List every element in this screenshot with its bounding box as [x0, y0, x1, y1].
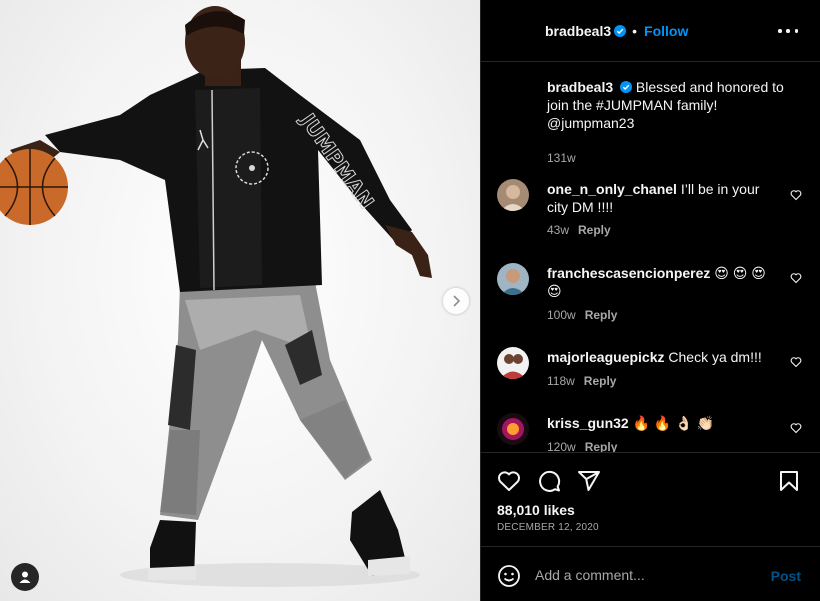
heart-icon[interactable]	[790, 356, 802, 368]
post-comment-button[interactable]: Post	[771, 568, 801, 584]
header-separator: •	[632, 22, 638, 39]
more-options-button[interactable]	[778, 22, 798, 40]
follow-button[interactable]: Follow	[644, 23, 688, 39]
comment-text: 🔥 🔥 👌🏻 👏🏻	[632, 415, 715, 431]
caption-timestamp[interactable]: 131w	[547, 149, 797, 167]
comment-time[interactable]: 120w	[547, 440, 576, 452]
comment-text: Check ya dm!!!	[668, 349, 762, 365]
reply-button[interactable]: Reply	[585, 440, 618, 452]
post-author-username[interactable]: bradbeal3	[545, 23, 611, 39]
post-side-panel: bradbeal3 • Follow bradbeal3 Blessed and…	[480, 0, 820, 601]
avatar[interactable]	[497, 347, 529, 379]
comment-body: kriss_gun32 🔥 🔥 👌🏻 👏🏻	[547, 414, 777, 432]
heart-icon[interactable]	[790, 422, 802, 434]
avatar-image	[497, 413, 529, 445]
post-caption: bradbeal3 Blessed and honored to join th…	[547, 78, 797, 167]
comment-body: one_n_only_chanel I’ll be in your city D…	[547, 180, 777, 216]
post-date[interactable]: DECEMBER 12, 2020	[497, 522, 599, 533]
post-media[interactable]: JUMPMAN	[0, 0, 480, 601]
post-header: bradbeal3 • Follow	[481, 0, 820, 62]
more-options-icon	[778, 29, 782, 33]
caption-username[interactable]: bradbeal3	[547, 79, 613, 95]
more-options-dot	[786, 29, 790, 33]
comment-username[interactable]: one_n_only_chanel	[547, 181, 677, 197]
comment-body: majorleaguepickz Check ya dm!!!	[547, 348, 777, 366]
user-tag-button[interactable]	[11, 563, 39, 591]
post-actions: 88,010 likes DECEMBER 12, 2020	[481, 452, 820, 546]
comment-time[interactable]: 118w	[547, 374, 575, 388]
comment-input[interactable]	[535, 565, 755, 585]
reply-button[interactable]: Reply	[585, 308, 618, 322]
comments-list[interactable]: bradbeal3 Blessed and honored to join th…	[481, 63, 820, 452]
reply-button[interactable]: Reply	[584, 374, 617, 388]
next-image-button[interactable]	[443, 288, 469, 314]
user-tag-icon	[19, 571, 31, 583]
avatar-image	[497, 347, 529, 379]
reply-button[interactable]: Reply	[578, 223, 611, 237]
comment-username[interactable]: franchescasencionperez	[547, 265, 710, 281]
more-options-dot	[794, 29, 798, 33]
comment-meta: 118w Reply	[547, 374, 616, 388]
avatar[interactable]	[497, 413, 529, 445]
save-icon[interactable]	[777, 469, 801, 493]
avatar-image	[497, 179, 529, 211]
comment-time[interactable]: 43w	[547, 223, 569, 237]
heart-icon[interactable]	[497, 469, 521, 493]
comment-username[interactable]: majorleaguepickz	[547, 349, 665, 365]
comment-meta: 100w Reply	[547, 308, 617, 322]
heart-icon[interactable]	[790, 189, 802, 201]
likes-count[interactable]: 88,010 likes	[497, 502, 575, 518]
comment-composer: Post	[481, 546, 820, 601]
comment-meta: 120w Reply	[547, 440, 617, 452]
next-arrow-icon	[453, 295, 461, 307]
share-icon[interactable]	[577, 469, 601, 493]
comment-icon[interactable]	[537, 469, 561, 493]
heart-icon[interactable]	[790, 272, 802, 284]
avatar[interactable]	[497, 263, 529, 295]
comment-body: franchescasencionperez 😍 😍 😍 😍	[547, 264, 777, 300]
avatar[interactable]	[497, 179, 529, 211]
verified-icon	[620, 81, 633, 93]
avatar-image	[497, 263, 529, 295]
verified-icon	[614, 24, 627, 37]
comment-time[interactable]: 100w	[547, 308, 576, 322]
emoji-icon[interactable]	[497, 564, 521, 588]
comment-meta: 43w Reply	[547, 223, 611, 237]
comment-username[interactable]: kriss_gun32	[547, 415, 629, 431]
post-photo: JUMPMAN	[0, 6, 432, 587]
